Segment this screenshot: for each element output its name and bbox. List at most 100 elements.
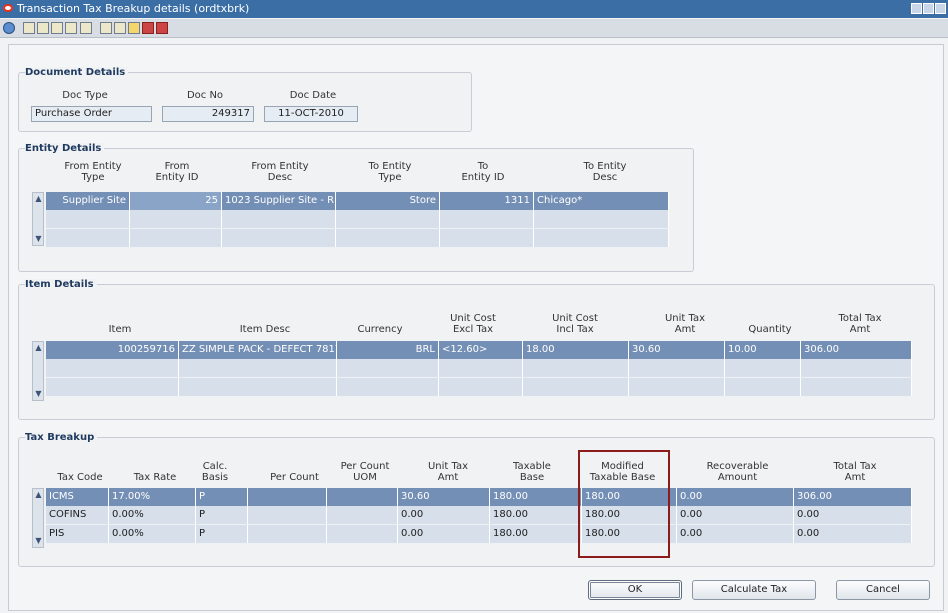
empty-cell[interactable] xyxy=(130,229,222,247)
tax-cell[interactable]: 0.00% xyxy=(109,525,196,543)
entity-scrollbar[interactable]: ▲ ▼ xyxy=(32,192,44,246)
tax-cell[interactable]: ICMS xyxy=(46,488,109,506)
tax-cell[interactable]: PIS xyxy=(46,525,109,543)
empty-cell[interactable] xyxy=(222,210,336,228)
empty-cell[interactable] xyxy=(440,210,534,228)
empty-cell[interactable] xyxy=(336,210,440,228)
empty-cell[interactable] xyxy=(534,210,669,228)
item-cell[interactable]: 30.60 xyxy=(629,341,725,359)
entity-cell[interactable]: 1311 xyxy=(440,192,534,210)
tax-cell[interactable]: 180.00 xyxy=(490,525,582,543)
empty-cell[interactable] xyxy=(130,210,222,228)
item-cell[interactable]: <12.60> xyxy=(439,341,523,359)
scroll-up-icon[interactable]: ▲ xyxy=(34,490,43,500)
tax-cell[interactable]: 0.00% xyxy=(109,506,196,524)
tax-cell[interactable]: 0.00 xyxy=(398,506,490,524)
doc-no-field[interactable]: 249317 xyxy=(162,106,254,122)
empty-cell[interactable] xyxy=(440,229,534,247)
form-icon[interactable] xyxy=(65,22,77,34)
ok-button[interactable]: OK xyxy=(588,580,682,600)
scroll-up-icon[interactable]: ▲ xyxy=(34,343,43,353)
globe-icon[interactable] xyxy=(3,22,15,34)
table-row[interactable]: COFINS 0.00% P 0.00 180.00 180.00 0.00 0… xyxy=(46,506,912,525)
item-cell[interactable]: 100259716 xyxy=(46,341,179,359)
entity-cell[interactable]: Store xyxy=(336,192,440,210)
doc-type-field[interactable]: Purchase Order xyxy=(31,106,152,122)
empty-cell[interactable] xyxy=(725,378,801,396)
calculate-tax-button[interactable]: Calculate Tax xyxy=(692,580,816,600)
table-row[interactable]: 100259716 ZZ SIMPLE PACK - DEFECT 7817 B… xyxy=(46,341,912,359)
empty-cell[interactable] xyxy=(337,359,439,377)
scroll-down-icon[interactable]: ▼ xyxy=(34,234,43,244)
close-icon[interactable] xyxy=(935,3,946,14)
tax-cell[interactable]: 306.00 xyxy=(794,488,912,506)
tax-cell[interactable]: P xyxy=(196,525,248,543)
entity-cell[interactable]: Chicago* xyxy=(534,192,669,210)
table-row[interactable] xyxy=(46,229,669,248)
empty-cell[interactable] xyxy=(439,378,523,396)
print-icon[interactable] xyxy=(156,22,168,34)
item-cell[interactable]: ZZ SIMPLE PACK - DEFECT 7817 xyxy=(179,341,337,359)
empty-cell[interactable] xyxy=(46,210,130,228)
entity-cell[interactable]: 1023 Supplier Site - RMS01 D xyxy=(222,192,336,210)
edit-icon[interactable] xyxy=(37,22,49,34)
empty-cell[interactable] xyxy=(629,378,725,396)
tax-cell[interactable]: 180.00 xyxy=(490,506,582,524)
tax-cell[interactable] xyxy=(327,525,398,543)
table-row[interactable] xyxy=(46,210,669,229)
folder-icon[interactable] xyxy=(128,22,140,34)
empty-cell[interactable] xyxy=(46,229,130,247)
doc-date-field[interactable]: 11-OCT-2010 xyxy=(264,106,358,122)
empty-cell[interactable] xyxy=(523,359,629,377)
calendar-icon[interactable] xyxy=(51,22,63,34)
item-scrollbar[interactable]: ▲ ▼ xyxy=(32,341,44,401)
tax-cell[interactable]: 0.00 xyxy=(677,506,794,524)
item-cell[interactable]: 10.00 xyxy=(725,341,801,359)
scroll-down-icon[interactable]: ▼ xyxy=(34,536,43,546)
tax-scrollbar[interactable]: ▲ ▼ xyxy=(32,488,44,548)
table-row[interactable] xyxy=(46,359,912,378)
tax-cell[interactable] xyxy=(248,488,327,506)
empty-cell[interactable] xyxy=(46,378,179,396)
minimize-icon[interactable] xyxy=(911,3,922,14)
empty-cell[interactable] xyxy=(439,359,523,377)
restore-icon[interactable] xyxy=(923,3,934,14)
tax-cell[interactable] xyxy=(248,506,327,524)
tax-cell[interactable]: 0.00 xyxy=(794,506,912,524)
tax-cell[interactable]: 0.00 xyxy=(398,525,490,543)
entity-cell[interactable]: Supplier Site xyxy=(46,192,130,210)
empty-cell[interactable] xyxy=(179,359,337,377)
tax-cell[interactable]: COFINS xyxy=(46,506,109,524)
tax-cell[interactable]: P xyxy=(196,506,248,524)
item-cell[interactable]: 306.00 xyxy=(801,341,912,359)
empty-cell[interactable] xyxy=(523,378,629,396)
check-icon[interactable] xyxy=(114,22,126,34)
table-row[interactable]: PIS 0.00% P 0.00 180.00 180.00 0.00 0.00 xyxy=(46,525,912,544)
empty-cell[interactable] xyxy=(629,359,725,377)
tax-cell[interactable]: 180.00 xyxy=(490,488,582,506)
export-icon[interactable] xyxy=(142,22,154,34)
tax-cell[interactable]: P xyxy=(196,488,248,506)
grid-icon[interactable] xyxy=(100,22,112,34)
entity-cell[interactable]: 25 xyxy=(130,192,222,210)
empty-cell[interactable] xyxy=(534,229,669,247)
tax-cell[interactable] xyxy=(327,488,398,506)
table-row[interactable] xyxy=(46,378,912,397)
tax-cell[interactable] xyxy=(248,525,327,543)
empty-cell[interactable] xyxy=(337,378,439,396)
cancel-button[interactable]: Cancel xyxy=(836,580,930,600)
item-cell[interactable]: 18.00 xyxy=(523,341,629,359)
tax-cell[interactable]: 0.00 xyxy=(794,525,912,543)
empty-cell[interactable] xyxy=(179,378,337,396)
tax-cell[interactable] xyxy=(327,506,398,524)
scroll-down-icon[interactable]: ▼ xyxy=(34,389,43,399)
tax-cell[interactable]: 30.60 xyxy=(398,488,490,506)
empty-cell[interactable] xyxy=(801,378,912,396)
scroll-up-icon[interactable]: ▲ xyxy=(34,194,43,204)
question-icon[interactable] xyxy=(80,22,92,34)
empty-cell[interactable] xyxy=(46,359,179,377)
tax-cell[interactable]: 0.00 xyxy=(677,488,794,506)
tax-cell[interactable]: 17.00% xyxy=(109,488,196,506)
empty-cell[interactable] xyxy=(222,229,336,247)
item-cell[interactable]: BRL xyxy=(337,341,439,359)
